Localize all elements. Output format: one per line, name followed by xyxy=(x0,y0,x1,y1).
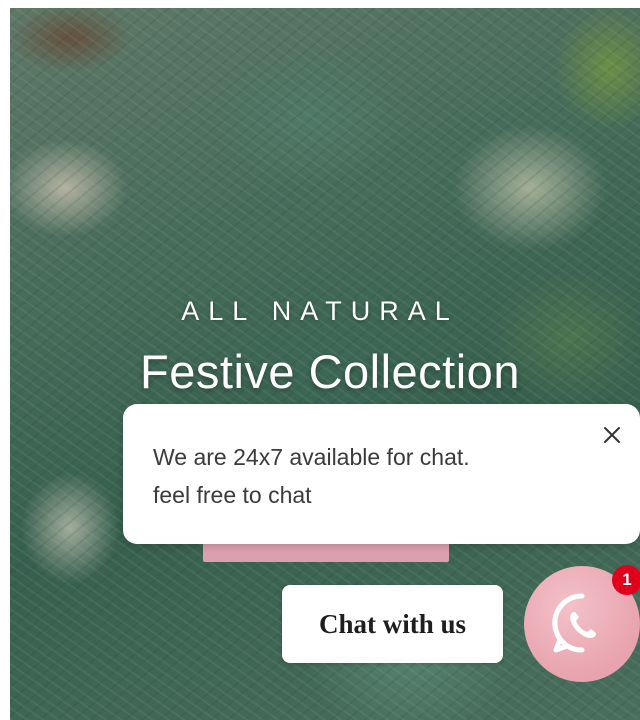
chat-popup: We are 24x7 available for chat. feel fre… xyxy=(123,404,640,544)
chat-popup-message: We are 24x7 available for chat. feel fre… xyxy=(153,438,573,514)
close-icon[interactable] xyxy=(597,420,627,450)
hero-title: Festive Collection xyxy=(140,345,520,398)
chat-popup-line-1: We are 24x7 available for chat. xyxy=(153,444,470,470)
notification-badge: 1 xyxy=(612,565,640,595)
chat-popup-line-2: feel free to chat xyxy=(153,482,312,508)
chat-with-us-button[interactable]: Chat with us xyxy=(282,585,503,663)
whatsapp-icon xyxy=(552,593,596,653)
hero-eyebrow: ALL NATURAL xyxy=(181,296,459,326)
